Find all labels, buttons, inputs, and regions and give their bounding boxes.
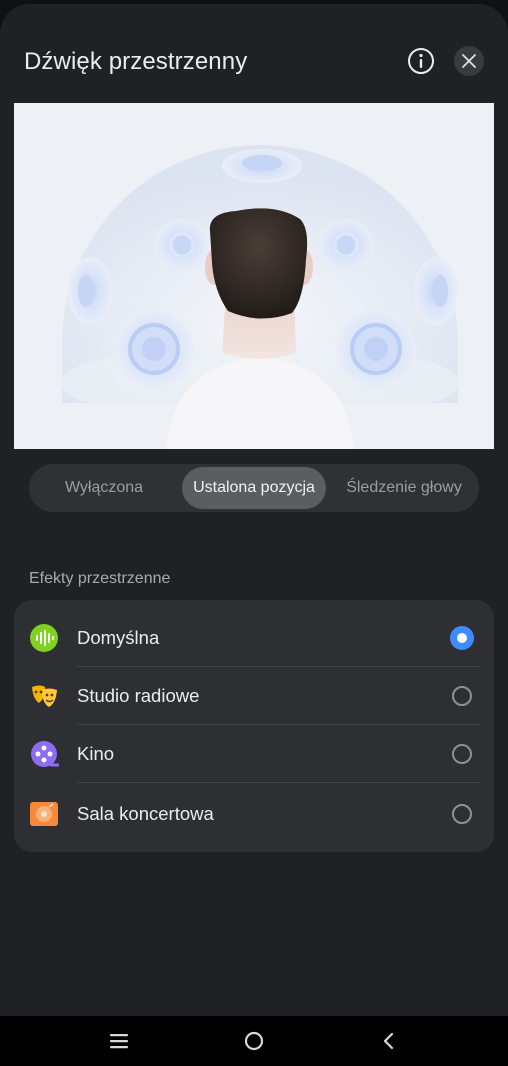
effects-list: Domyślna Studio radiowe Kino Sala koncer…: [14, 600, 494, 852]
divider: [77, 666, 481, 667]
back-button[interactable]: [374, 1026, 404, 1056]
spatial-mode-selector: Wyłączona Ustalona pozycja Śledzenie gło…: [29, 464, 479, 512]
recents-button[interactable]: [104, 1026, 134, 1056]
effect-option-radio-studio[interactable]: Studio radiowe: [14, 672, 494, 720]
effect-option-concert-hall[interactable]: Sala koncertowa: [14, 790, 494, 838]
effect-option-default[interactable]: Domyślna: [14, 614, 494, 662]
effect-label-default: Domyślna: [77, 627, 160, 648]
spatial-audio-illustration: [14, 103, 494, 449]
home-button[interactable]: [239, 1026, 269, 1056]
divider: [77, 724, 481, 725]
tab-head-tracking[interactable]: Śledzenie głowy: [332, 467, 476, 509]
info-circle-icon: [408, 48, 434, 74]
back-icon: [383, 1032, 394, 1050]
info-button[interactable]: [406, 46, 436, 76]
radio-default[interactable]: [450, 626, 474, 650]
close-button[interactable]: [454, 46, 484, 76]
recents-icon: [110, 1034, 128, 1049]
close-icon: [462, 54, 476, 68]
effect-label-cinema: Kino: [77, 743, 115, 764]
sound-wave-icon: [30, 624, 58, 652]
home-icon: [244, 1031, 264, 1051]
radio-cinema[interactable]: [452, 744, 472, 764]
tab-fixed-position[interactable]: Ustalona pozycja: [182, 467, 326, 509]
radio-concert-hall[interactable]: [452, 804, 472, 824]
tab-off[interactable]: Wyłączona: [32, 467, 176, 509]
spatial-audio-sheet: Dźwięk przestrzenny Wyłączona Ustalona p…: [0, 4, 508, 1016]
concert-hall-icon: [30, 802, 58, 826]
effects-section-title: Efekty przestrzenne: [29, 570, 171, 587]
dialog-title: Dźwięk przestrzenny: [24, 48, 248, 75]
system-navigation-bar: [0, 1016, 508, 1066]
effect-label-concert-hall: Sala koncertowa: [77, 803, 214, 824]
effect-option-cinema[interactable]: Kino: [14, 730, 494, 778]
effect-label-radio-studio: Studio radiowe: [77, 685, 200, 706]
divider: [77, 782, 481, 783]
film-reel-icon: [31, 741, 59, 767]
theater-masks-icon: [32, 685, 57, 707]
radio-radio-studio[interactable]: [452, 686, 472, 706]
